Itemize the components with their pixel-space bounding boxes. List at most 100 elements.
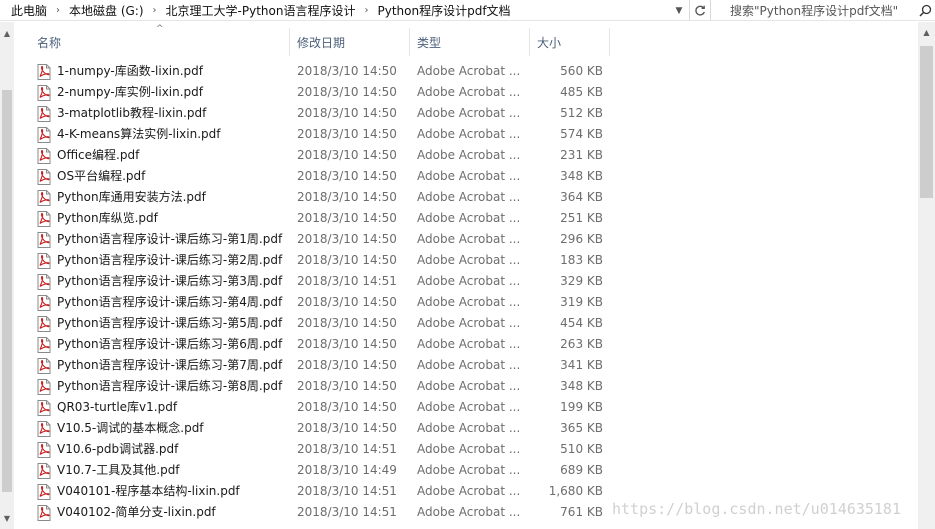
breadcrumb-current-folder[interactable]: Python程序设计pdf文档 xyxy=(373,1,514,21)
file-modified-date: 2018/3/10 14:50 xyxy=(297,106,397,120)
file-name[interactable]: V040101-程序基本结构-lixin.pdf xyxy=(57,481,297,502)
file-size: 341 KB xyxy=(560,358,603,372)
pdf-file-icon xyxy=(37,187,53,208)
search-input[interactable]: 搜索"Python程序设计pdf文档" xyxy=(730,2,915,19)
refresh-button[interactable] xyxy=(689,0,711,21)
breadcrumb-this-pc[interactable]: 此电脑 xyxy=(7,1,51,21)
file-modified-date: 2018/3/10 14:51 xyxy=(297,442,397,456)
pdf-file-icon xyxy=(37,397,53,418)
file-row[interactable]: V10.5-调试的基本概念.pdf 2018/3/10 14:50 Adobe Ac… xyxy=(34,418,608,439)
file-list-scroll-thumb[interactable] xyxy=(920,46,933,198)
file-name[interactable]: QR03-turtle库v1.pdf xyxy=(57,397,297,418)
file-name[interactable]: Python语言程序设计-课后练习-第6周.pdf xyxy=(57,334,297,355)
navigation-scroll-thumb[interactable] xyxy=(2,90,12,492)
file-type: Adobe Acrobat ... xyxy=(417,274,521,288)
file-modified-date: 2018/3/10 14:49 xyxy=(297,463,397,477)
file-row[interactable]: 1-numpy-库函数-lixin.pdf 2018/3/10 14:50 Adob… xyxy=(34,61,608,82)
file-size: 364 KB xyxy=(560,190,603,204)
file-size: 329 KB xyxy=(560,274,603,288)
chevron-down-icon[interactable]: ▼ xyxy=(669,0,689,21)
pdf-file-icon xyxy=(37,439,53,460)
file-row[interactable]: Python语言程序设计-课后练习-第1周.pdf 2018/3/10 14:50… xyxy=(34,229,608,250)
file-name[interactable]: OS平台编程.pdf xyxy=(57,166,297,187)
file-name[interactable]: Python语言程序设计-课后练习-第1周.pdf xyxy=(57,229,297,250)
pdf-file-icon xyxy=(37,250,53,271)
file-name[interactable]: Python语言程序设计-课后练习-第2周.pdf xyxy=(57,250,297,271)
search-box[interactable]: 搜索"Python程序设计pdf文档" xyxy=(716,0,935,21)
file-row[interactable]: 3-matplotlib教程-lixin.pdf 2018/3/10 14:50 A… xyxy=(34,103,608,124)
chevron-right-icon[interactable]: › xyxy=(148,5,162,16)
file-size: 199 KB xyxy=(560,400,603,414)
file-name[interactable]: 2-numpy-库实例-lixin.pdf xyxy=(57,82,297,103)
file-row[interactable]: OS平台编程.pdf 2018/3/10 14:50 Adobe Acrobat .… xyxy=(34,166,608,187)
file-type: Adobe Acrobat ... xyxy=(417,463,521,477)
file-name[interactable]: V10.5-调试的基本概念.pdf xyxy=(57,418,297,439)
file-name[interactable]: V10.6-pdb调试器.pdf xyxy=(57,439,297,460)
file-list-scrollbar[interactable]: ▲ xyxy=(918,22,935,529)
chevron-right-icon[interactable]: › xyxy=(359,5,373,16)
file-row[interactable]: Office编程.pdf 2018/3/10 14:50 Adobe Acrobat… xyxy=(34,145,608,166)
file-row[interactable]: Python语言程序设计-课后练习-第6周.pdf 2018/3/10 14:50… xyxy=(34,334,608,355)
search-icon[interactable] xyxy=(915,0,935,21)
file-row[interactable]: 2-numpy-库实例-lixin.pdf 2018/3/10 14:50 Adob… xyxy=(34,82,608,103)
file-type: Adobe Acrobat ... xyxy=(417,337,521,351)
navigation-pane-scrollbar[interactable]: ▲ ▼ xyxy=(0,22,14,529)
file-row[interactable]: V10.7-工具及其他.pdf 2018/3/10 14:49 Adobe Acro… xyxy=(34,460,608,481)
column-header-type[interactable]: 类型 xyxy=(410,28,530,56)
file-size: 263 KB xyxy=(560,337,603,351)
file-modified-date: 2018/3/10 14:50 xyxy=(297,337,397,351)
file-name[interactable]: V040102-简单分支-lixin.pdf xyxy=(57,502,297,523)
file-name[interactable]: 3-matplotlib教程-lixin.pdf xyxy=(57,103,297,124)
file-type: Adobe Acrobat ... xyxy=(417,232,521,246)
file-size: 231 KB xyxy=(560,148,603,162)
file-row[interactable]: Python库通用安装方法.pdf 2018/3/10 14:50 Adobe Ac… xyxy=(34,187,608,208)
file-row[interactable]: Python语言程序设计-课后练习-第3周.pdf 2018/3/10 14:51… xyxy=(34,271,608,292)
pdf-file-icon xyxy=(37,61,53,82)
scroll-down-arrow-icon[interactable]: ▼ xyxy=(0,511,14,525)
file-name[interactable]: 1-numpy-库函数-lixin.pdf xyxy=(57,61,297,82)
file-name[interactable]: Python语言程序设计-课后练习-第3周.pdf xyxy=(57,271,297,292)
file-row[interactable]: Python语言程序设计-课后练习-第4周.pdf 2018/3/10 14:50… xyxy=(34,292,608,313)
file-row[interactable]: Python语言程序设计-课后练习-第2周.pdf 2018/3/10 14:50… xyxy=(34,250,608,271)
file-name[interactable]: 4-K-means算法实例-lixin.pdf xyxy=(57,124,297,145)
address-bar-row: 此电脑 › 本地磁盘 (G:) › 北京理工大学-Python语言程序设计 › … xyxy=(0,0,935,21)
column-header-size[interactable]: 大小 xyxy=(530,28,610,56)
file-type: Adobe Acrobat ... xyxy=(417,442,521,456)
file-row[interactable]: V040101-程序基本结构-lixin.pdf 2018/3/10 14:51 A… xyxy=(34,481,608,502)
file-type: Adobe Acrobat ... xyxy=(417,148,521,162)
address-bar[interactable]: 此电脑 › 本地磁盘 (G:) › 北京理工大学-Python语言程序设计 › … xyxy=(0,0,715,21)
file-type: Adobe Acrobat ... xyxy=(417,64,521,78)
scroll-up-arrow-icon[interactable]: ▲ xyxy=(0,26,14,40)
chevron-right-icon[interactable]: › xyxy=(51,5,65,16)
file-name[interactable]: Python语言程序设计-课后练习-第4周.pdf xyxy=(57,292,297,313)
file-size: 183 KB xyxy=(560,253,603,267)
file-name[interactable]: Office编程.pdf xyxy=(57,145,297,166)
file-row[interactable]: Python语言程序设计-课后练习-第5周.pdf 2018/3/10 14:50… xyxy=(34,313,608,334)
file-size: 560 KB xyxy=(560,64,603,78)
file-name[interactable]: Python语言程序设计-课后练习-第7周.pdf xyxy=(57,355,297,376)
breadcrumb-drive-g[interactable]: 本地磁盘 (G:) xyxy=(65,1,148,21)
file-row[interactable]: Python语言程序设计-课后练习-第8周.pdf 2018/3/10 14:50… xyxy=(34,376,608,397)
file-row[interactable]: QR03-turtle库v1.pdf 2018/3/10 14:50 Adobe A… xyxy=(34,397,608,418)
column-header-date[interactable]: 修改日期 xyxy=(290,28,410,56)
file-row[interactable]: Python语言程序设计-课后练习-第7周.pdf 2018/3/10 14:50… xyxy=(34,355,608,376)
file-name[interactable]: V10.7-工具及其他.pdf xyxy=(57,460,297,481)
file-size: 761 KB xyxy=(560,505,603,519)
file-name[interactable]: Python库纵览.pdf xyxy=(57,208,297,229)
file-name[interactable]: Python库通用安装方法.pdf xyxy=(57,187,297,208)
scroll-up-arrow-icon[interactable]: ▲ xyxy=(918,24,935,41)
file-size: 454 KB xyxy=(560,316,603,330)
column-header-name[interactable]: 名称 xyxy=(30,28,290,56)
file-name[interactable]: Python语言程序设计-课后练习-第5周.pdf xyxy=(57,313,297,334)
file-name[interactable]: Python语言程序设计-课后练习-第8周.pdf xyxy=(57,376,297,397)
file-row[interactable]: 4-K-means算法实例-lixin.pdf 2018/3/10 14:50 Ad… xyxy=(34,124,608,145)
file-row[interactable]: V040102-简单分支-lixin.pdf 2018/3/10 14:51 Ado… xyxy=(34,502,608,523)
pdf-file-icon xyxy=(37,166,53,187)
pdf-file-icon xyxy=(37,418,53,439)
file-modified-date: 2018/3/10 14:50 xyxy=(297,190,397,204)
file-row[interactable]: V10.6-pdb调试器.pdf 2018/3/10 14:51 Adobe Acr… xyxy=(34,439,608,460)
file-row[interactable]: Python库纵览.pdf 2018/3/10 14:50 Adobe Acroba… xyxy=(34,208,608,229)
file-size: 485 KB xyxy=(560,85,603,99)
pdf-file-icon xyxy=(37,271,53,292)
breadcrumb-course-folder[interactable]: 北京理工大学-Python语言程序设计 xyxy=(162,1,360,21)
